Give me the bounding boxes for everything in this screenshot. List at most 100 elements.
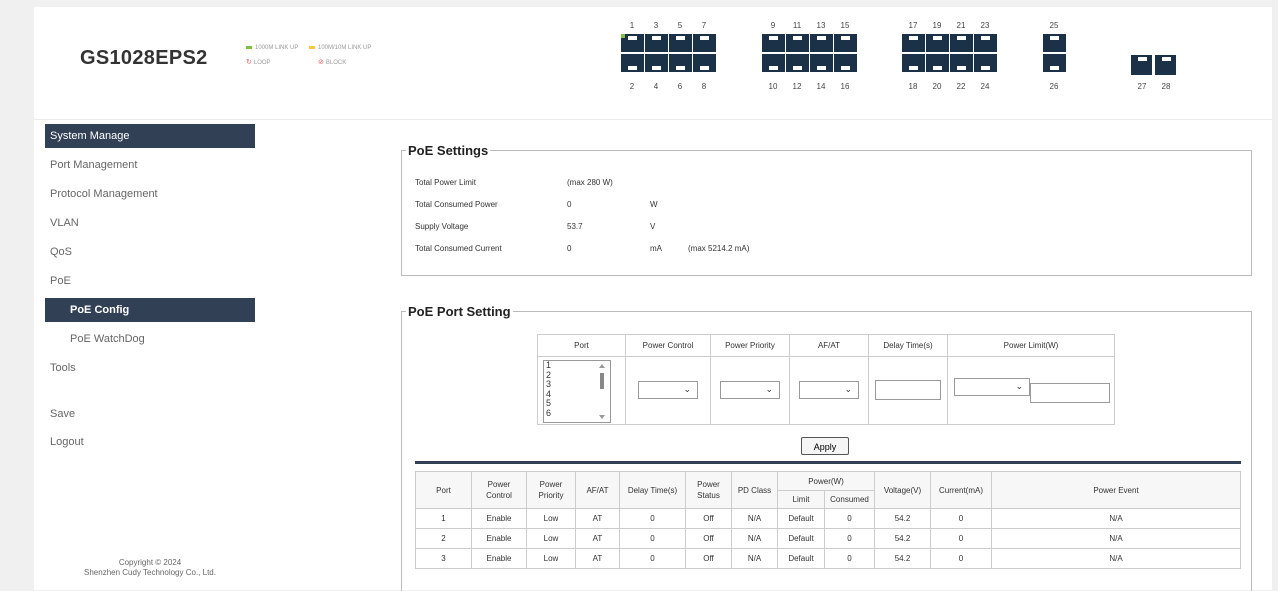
table-cell: 0 (619, 528, 686, 549)
table-cell: 0 (824, 528, 875, 549)
afat-select[interactable]: ⌄ (799, 380, 859, 399)
legend-loop-label: LOOP (253, 60, 271, 66)
model-name: GS1028EPS2 (80, 47, 208, 69)
power-limit-select[interactable]: ⌄ (954, 377, 1030, 396)
sidebar-item-system-manage[interactable]: System Manage (45, 124, 255, 148)
apply-button[interactable]: Apply (801, 437, 849, 455)
port-23-jack[interactable] (974, 34, 997, 52)
port-number-top: 9 (770, 21, 776, 30)
total-consumed-current-max: (max 5214.2 mA) (688, 244, 750, 253)
table-cell: Enable (471, 508, 527, 529)
port-22-jack[interactable] (950, 54, 973, 72)
form-header-power-control: Power Control (625, 334, 711, 357)
port-number-top: 7 (701, 21, 707, 30)
port-10-jack[interactable] (762, 54, 785, 72)
table-cell: Low (526, 548, 576, 569)
chevron-down-icon: ⌄ (844, 383, 852, 394)
port-8-jack[interactable] (693, 54, 716, 72)
total-consumed-power-label: Total Consumed Power (415, 200, 498, 209)
table-row: 2 Enable Low AT 0 Off N/A Default 0 54.2 0 N/A (415, 528, 1241, 549)
supply-voltage-value: 53.7 (567, 222, 583, 231)
table-cell: 0 (619, 548, 686, 569)
table-cell: 54.2 (874, 508, 931, 529)
total-consumed-current-value: 0 (567, 244, 572, 253)
table-cell: Off (685, 548, 732, 569)
link-led-icon (621, 34, 625, 38)
sidebar-item-protocol-management[interactable]: Protocol Management (45, 182, 255, 206)
port-19-jack[interactable] (926, 34, 949, 52)
port-number-bottom: 20 (932, 82, 942, 91)
legend-block: ⊘ BLOCK (318, 58, 346, 66)
table-cell: Default (777, 528, 825, 549)
table-cell: 1 (415, 508, 472, 529)
sidebar-item-logout[interactable]: Logout (45, 430, 255, 454)
port-25-jack[interactable] (1043, 34, 1066, 52)
sidebar-item-poe[interactable]: PoE (45, 269, 255, 293)
block-icon: ⊘ (318, 59, 324, 66)
port-24-jack[interactable] (974, 54, 997, 72)
port-6-jack[interactable] (669, 54, 692, 72)
sidebar-item-tools[interactable]: Tools (45, 356, 255, 380)
port-7-jack[interactable] (693, 34, 716, 52)
port-13-jack[interactable] (810, 34, 833, 52)
col-power-status: Power Status (685, 471, 732, 509)
port-4-jack[interactable] (645, 54, 668, 72)
power-limit-input[interactable] (1030, 383, 1110, 404)
page: GS1028EPS2 1000M LINK UP 100M/10M LINK U… (34, 7, 1272, 591)
port-26-jack[interactable] (1043, 54, 1066, 72)
copyright-line1: Copyright © 2024 (118, 558, 182, 567)
loop-icon: ↻ (246, 59, 252, 66)
total-power-limit-value: (max 280 W) (567, 178, 613, 187)
table-cell: Enable (471, 548, 527, 569)
port-17-jack[interactable] (902, 34, 925, 52)
table-row: 1 Enable Low AT 0 Off N/A Default 0 54.2 0 N/A (415, 508, 1241, 529)
port-number-bottom: 6 (677, 82, 683, 91)
table-cell: Enable (471, 528, 527, 549)
port-number-bottom: 24 (980, 82, 990, 91)
port-9-jack[interactable] (762, 34, 785, 52)
port-21-jack[interactable] (950, 34, 973, 52)
table-cell: AT (575, 528, 620, 549)
legend-100m-label: 100M/10M LINK UP (318, 45, 372, 51)
total-consumed-power-value: 0 (567, 200, 572, 209)
table-cell: 2 (415, 528, 472, 549)
port-18-jack[interactable] (902, 54, 925, 72)
port-3-jack[interactable] (645, 34, 668, 52)
table-cell: 0 (824, 548, 875, 569)
sidebar-item-qos[interactable]: QoS (45, 240, 255, 264)
sfp-port-27[interactable] (1131, 55, 1152, 75)
col-pd-class: PD Class (731, 471, 778, 509)
port-number-bottom: 4 (653, 82, 659, 91)
port-number-bottom: 12 (792, 82, 802, 91)
port-5-jack[interactable] (669, 34, 692, 52)
port-12-jack[interactable] (786, 54, 809, 72)
power-priority-select[interactable]: ⌄ (720, 380, 780, 399)
total-power-limit-label: Total Power Limit (415, 178, 476, 187)
port-14-jack[interactable] (810, 54, 833, 72)
sidebar-item-poe-config[interactable]: PoE Config (45, 298, 255, 322)
sidebar-item-port-management[interactable]: Port Management (45, 153, 255, 177)
delay-time-input[interactable] (875, 379, 941, 400)
col-power-w: Power(W) (777, 471, 875, 491)
sidebar-item-vlan[interactable]: VLAN (45, 211, 255, 235)
green-led-icon (246, 45, 252, 49)
port-16-jack[interactable] (834, 54, 857, 72)
port-number-top: 23 (980, 21, 990, 30)
listbox-scrollbar[interactable] (597, 361, 607, 422)
supply-voltage-label: Supply Voltage (415, 222, 469, 231)
col-delay-time: Delay Time(s) (619, 471, 686, 509)
table-cell: Default (777, 508, 825, 529)
port-number-bottom: 8 (701, 82, 707, 91)
port-2-jack[interactable] (621, 54, 644, 72)
power-control-select[interactable]: ⌄ (638, 380, 698, 399)
sidebar: System Manage Port Management Protocol M… (45, 124, 255, 590)
port-11-jack[interactable] (786, 34, 809, 52)
port-listbox[interactable]: 1 2 3 4 5 6 (543, 360, 611, 423)
sfp-port-28[interactable] (1155, 55, 1176, 75)
port-20-jack[interactable] (926, 54, 949, 72)
sidebar-item-save[interactable]: Save (45, 402, 255, 426)
table-cell: N/A (991, 548, 1241, 569)
sidebar-item-poe-watchdog[interactable]: PoE WatchDog (45, 327, 255, 351)
port-15-jack[interactable] (834, 34, 857, 52)
poe-settings-title: PoE Settings (408, 143, 489, 158)
